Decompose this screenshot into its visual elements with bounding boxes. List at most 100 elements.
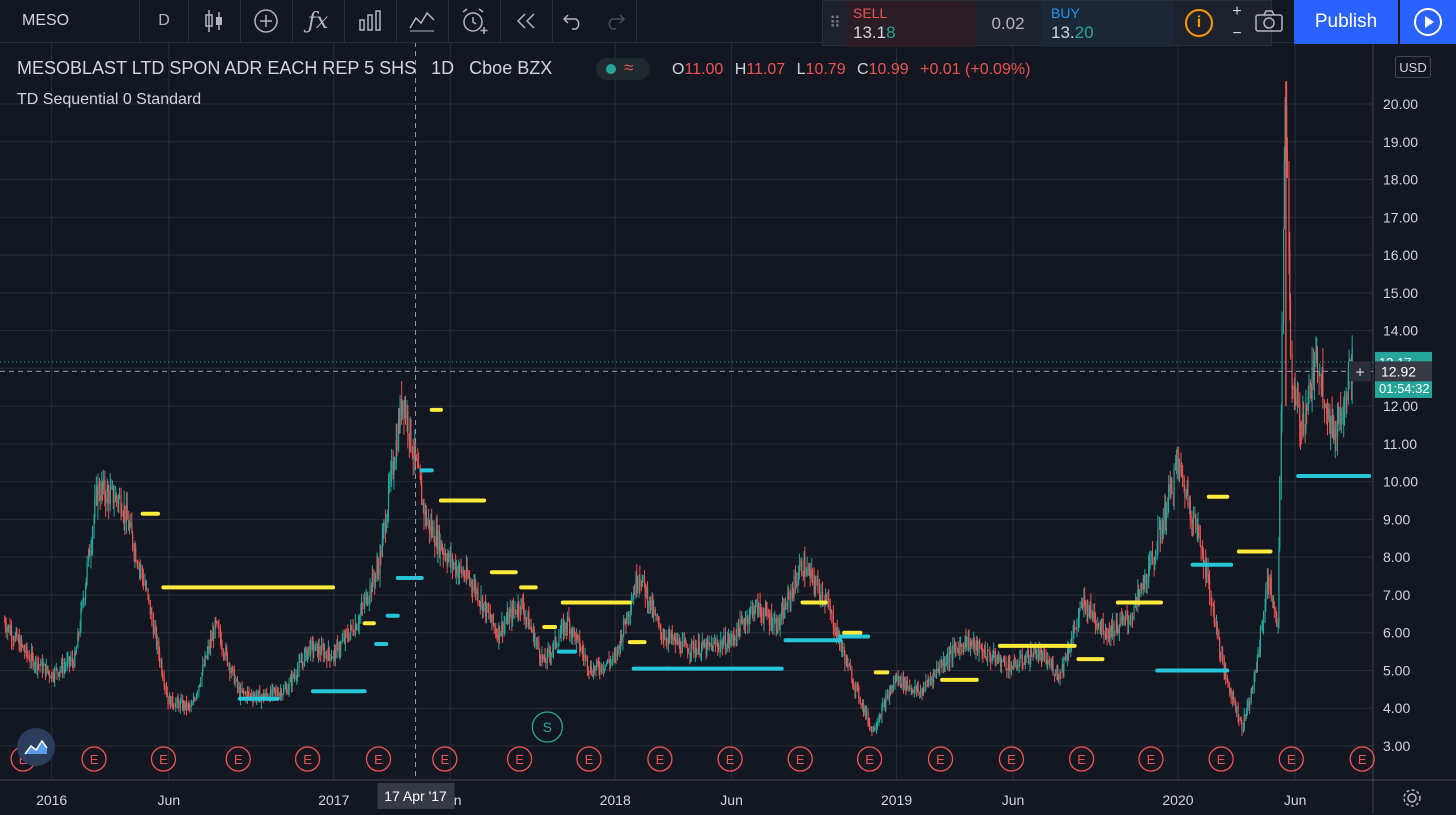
candle-body: [663, 637, 666, 640]
candle-body: [1133, 606, 1135, 617]
candle-body: [730, 634, 733, 641]
redo-icon[interactable]: [594, 0, 637, 42]
compare-bars-icon[interactable]: [344, 0, 397, 42]
replay-icon[interactable]: [500, 0, 553, 42]
candle-body: [747, 616, 749, 624]
currency-button[interactable]: USD: [1395, 56, 1431, 78]
candle-body: [1346, 394, 1348, 401]
y-tick-label: 12.00: [1383, 398, 1418, 414]
candle-body: [428, 519, 430, 532]
price-chart[interactable]: 3.00 4.00 5.00 6.00 7.00 8.00 9.00 10.00 11.00 12…: [0, 0, 1456, 813]
candle-body: [1060, 671, 1062, 673]
candle-body: [450, 555, 452, 563]
earnings-marker-label: E: [515, 752, 524, 767]
candle-body: [272, 687, 274, 695]
candle-body: [804, 559, 806, 576]
candle-body: [329, 654, 331, 661]
info-icon[interactable]: i: [1185, 9, 1213, 37]
candle-body: [903, 677, 905, 689]
candle-body: [1246, 701, 1248, 711]
sell-button[interactable]: SELL 13.18: [847, 1, 975, 47]
plus-button[interactable]: +: [1225, 1, 1249, 23]
candle-body: [1270, 577, 1272, 599]
candle-body: [1000, 661, 1003, 668]
candle-body: [216, 621, 218, 623]
candle-body: [809, 568, 811, 579]
candle-body: [448, 552, 450, 558]
candle-body: [1141, 583, 1143, 590]
candle-body: [755, 600, 757, 603]
candle-body: [1276, 613, 1278, 627]
candle-body: [24, 650, 26, 653]
settings-gear-icon[interactable]: [1400, 786, 1424, 810]
market-status-badge[interactable]: ≈: [596, 58, 650, 80]
camera-icon[interactable]: [1248, 0, 1290, 42]
buy-button[interactable]: BUY 13.20: [1041, 1, 1173, 47]
x-tick-label: 2018: [600, 792, 631, 808]
candle-body: [909, 687, 911, 689]
play-icon[interactable]: [1400, 0, 1456, 44]
candle-body: [569, 621, 571, 635]
candle-body: [485, 604, 488, 617]
candle-body: [185, 701, 188, 709]
interval-button[interactable]: D: [140, 0, 189, 42]
y-tick-label: 17.00: [1383, 209, 1418, 225]
candle-body: [1117, 629, 1119, 634]
symbol-search-button[interactable]: MESO: [0, 0, 140, 42]
minus-button[interactable]: −: [1225, 23, 1249, 45]
candle-body: [914, 685, 916, 689]
candle-body: [512, 606, 515, 611]
candle-body: [1252, 686, 1254, 690]
candle-body: [1081, 602, 1083, 609]
candle-body: [334, 649, 336, 659]
indicator-legend[interactable]: TD Sequential 0 Standard: [17, 91, 201, 109]
candle-body: [380, 551, 382, 557]
candle-body: [1189, 502, 1191, 520]
candle-body: [153, 627, 155, 635]
candle-body: [1090, 602, 1092, 613]
candle-body: [644, 583, 646, 598]
candle-body: [693, 643, 695, 653]
candle-body: [590, 666, 592, 675]
candle-body: [27, 654, 29, 657]
candle-body: [577, 635, 579, 638]
candle-body: [469, 580, 471, 582]
candle-body: [277, 694, 279, 697]
symbol-title: MESOBLAST LTD SPON ADR EACH REP 5 SHS: [17, 58, 417, 78]
candle-body: [37, 664, 40, 666]
candle-body: [736, 623, 738, 641]
drag-handle-icon[interactable]: ⠿: [823, 1, 847, 47]
indicators-icon[interactable]: [396, 0, 449, 42]
candle-body: [666, 640, 668, 643]
candle-body: [1200, 545, 1202, 549]
candle-body: [895, 675, 898, 682]
candle-body: [178, 701, 180, 709]
candle-body: [1092, 612, 1094, 619]
chat-bubble-icon[interactable]: [17, 728, 55, 766]
alert-icon[interactable]: [448, 0, 501, 42]
candle-body: [18, 637, 20, 651]
publish-button[interactable]: Publish: [1294, 0, 1398, 44]
add-icon[interactable]: [240, 0, 293, 42]
candle-body: [876, 722, 878, 727]
candle-body: [16, 631, 18, 640]
candles-icon[interactable]: [188, 0, 241, 42]
fx-icon[interactable]: ƒx: [292, 0, 345, 42]
quantity-stepper[interactable]: + −: [1225, 1, 1249, 47]
candle-body: [1282, 228, 1285, 322]
candle-body: [113, 501, 115, 504]
candle-body: [70, 658, 72, 662]
candle-body: [61, 662, 64, 673]
candle-body: [628, 613, 630, 618]
candle-body: [520, 598, 522, 612]
candle-body: [293, 675, 296, 678]
candle-body: [1329, 415, 1332, 434]
candle-body: [957, 648, 959, 655]
candle-body: [1256, 656, 1258, 671]
undo-icon[interactable]: [552, 0, 594, 42]
x-tick-label: 2019: [881, 792, 912, 808]
candle-body: [1049, 663, 1051, 667]
candle-body: [183, 702, 185, 709]
candle-body: [169, 696, 171, 707]
candle-body: [818, 585, 821, 596]
